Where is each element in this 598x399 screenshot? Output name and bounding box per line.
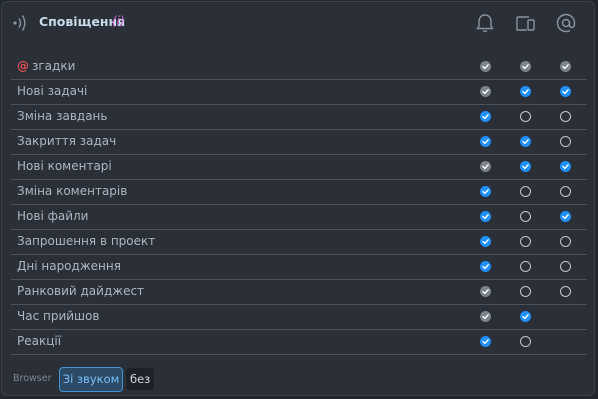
row-label: Нові файли xyxy=(17,209,88,223)
unchecked-toggle[interactable] xyxy=(560,261,571,272)
row-label-text: Зміна коментарів xyxy=(17,184,128,198)
settings-row: Запрошення в проект xyxy=(11,230,587,255)
unchecked-toggle[interactable] xyxy=(520,186,531,197)
row-label-text: Закриття задач xyxy=(17,134,117,148)
checked-toggle[interactable] xyxy=(480,186,491,197)
settings-row: Зміна коментарів xyxy=(11,180,587,205)
settings-row: Закриття задач xyxy=(11,130,587,155)
unchecked-toggle[interactable] xyxy=(520,236,531,247)
row-label-text: Дні народження xyxy=(17,259,121,273)
row-label-text: Зміна завдань xyxy=(17,109,108,123)
row-label: Нові задачі xyxy=(17,84,87,98)
row-label: Нові коментарі xyxy=(17,159,112,173)
panel-header: Сповіщення (i) xyxy=(2,2,594,46)
info-link[interactable]: (i) xyxy=(112,14,125,28)
sound-waves-icon xyxy=(13,15,26,31)
checked-toggle[interactable] xyxy=(480,86,491,97)
checked-toggle[interactable] xyxy=(520,311,531,322)
settings-row: Ранковий дайджест xyxy=(11,280,587,305)
row-label: Зміна завдань xyxy=(17,109,107,123)
row-label-text: Нові файли xyxy=(17,209,89,223)
sound-settings: Browser Зі звуком без xyxy=(2,366,594,392)
settings-row: Нові файли xyxy=(11,205,587,230)
checked-toggle[interactable] xyxy=(560,211,571,222)
checked-toggle[interactable] xyxy=(560,86,571,97)
unchecked-toggle[interactable] xyxy=(560,186,571,197)
checked-toggle[interactable] xyxy=(560,61,571,72)
row-label-text: Час прийшов xyxy=(17,309,100,323)
checked-toggle[interactable] xyxy=(480,236,491,247)
checked-toggle[interactable] xyxy=(520,161,531,172)
checked-toggle[interactable] xyxy=(480,286,491,297)
checked-toggle[interactable] xyxy=(480,111,491,122)
settings-row: Час прийшов xyxy=(11,305,587,330)
bell-icon[interactable] xyxy=(474,12,496,34)
devices-icon[interactable] xyxy=(514,12,536,34)
checked-toggle[interactable] xyxy=(520,61,531,72)
notifications-panel: Сповіщення (i) @ згадки Нові задачі Зміна з… xyxy=(1,1,595,396)
settings-row: Дні народження xyxy=(11,255,587,280)
checked-toggle[interactable] xyxy=(480,61,491,72)
settings-row: Нові коментарі xyxy=(11,155,587,180)
row-label: Час прийшов xyxy=(17,309,99,323)
checked-toggle[interactable] xyxy=(520,136,531,147)
unchecked-toggle[interactable] xyxy=(560,286,571,297)
settings-row: Реакції xyxy=(11,330,587,355)
row-label: Ранковий дайджест xyxy=(17,284,144,298)
settings-row: Нові задачі xyxy=(11,80,587,105)
checked-toggle[interactable] xyxy=(480,311,491,322)
row-label-text: Нові коментарі xyxy=(17,159,112,173)
row-label: Реакції xyxy=(17,334,61,348)
settings-row: @ згадки xyxy=(11,55,587,80)
unchecked-toggle[interactable] xyxy=(520,286,531,297)
checked-toggle[interactable] xyxy=(480,336,491,347)
settings-row: Зміна завдань xyxy=(11,105,587,130)
with-sound-button[interactable]: Зі звуком xyxy=(59,367,123,392)
row-label-text: Нові задачі xyxy=(17,84,88,98)
unchecked-toggle[interactable] xyxy=(560,236,571,247)
row-label: @ згадки xyxy=(17,59,75,73)
checked-toggle[interactable] xyxy=(480,261,491,272)
row-label: Зміна коментарів xyxy=(17,184,127,198)
unchecked-toggle[interactable] xyxy=(560,136,571,147)
unchecked-toggle[interactable] xyxy=(520,211,531,222)
unchecked-toggle[interactable] xyxy=(520,111,531,122)
without-sound-button[interactable]: без xyxy=(126,368,155,390)
unchecked-toggle[interactable] xyxy=(560,111,571,122)
browser-label: Browser xyxy=(13,373,52,384)
mention-icon: @ xyxy=(17,59,29,73)
row-label-text: згадки xyxy=(32,59,76,73)
unchecked-toggle[interactable] xyxy=(520,336,531,347)
checked-toggle[interactable] xyxy=(480,136,491,147)
checked-toggle[interactable] xyxy=(480,211,491,222)
row-label-text: Запрошення в проект xyxy=(17,234,156,248)
at-icon[interactable] xyxy=(555,12,577,34)
row-label: Закриття задач xyxy=(17,134,116,148)
row-label-text: Реакції xyxy=(17,334,62,348)
checked-toggle[interactable] xyxy=(520,86,531,97)
unchecked-toggle[interactable] xyxy=(520,261,531,272)
notification-settings-list: @ згадки Нові задачі Зміна завдань Закриття … xyxy=(11,55,587,355)
row-label: Запрошення в проект xyxy=(17,234,155,248)
checked-toggle[interactable] xyxy=(480,161,491,172)
checked-toggle[interactable] xyxy=(560,161,571,172)
row-label-text: Ранковий дайджест xyxy=(17,284,145,298)
row-label: Дні народження xyxy=(17,259,121,273)
